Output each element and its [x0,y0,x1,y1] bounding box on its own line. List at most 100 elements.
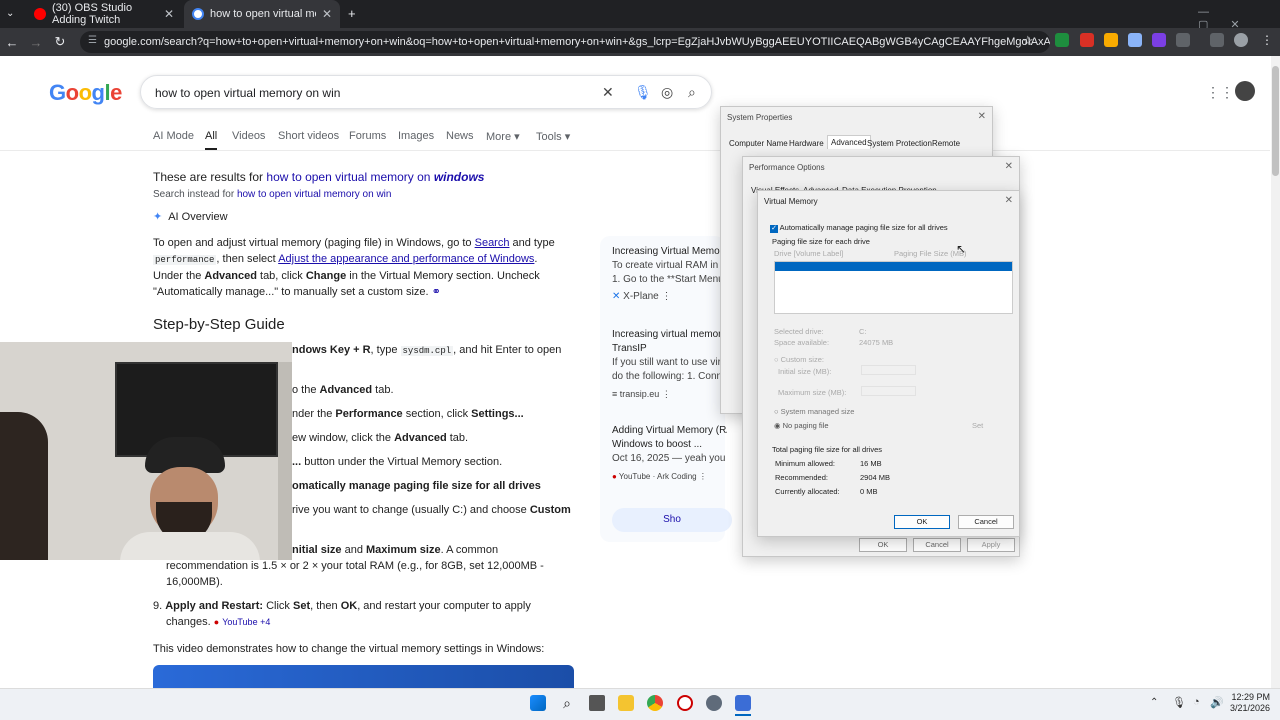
extension-icon[interactable] [1104,33,1118,47]
x-plane-icon: ✕ [612,291,621,302]
selected-drive-value: C: [859,327,867,336]
google-logo[interactable]: Google [49,80,122,106]
profile-avatar-icon[interactable] [1234,33,1248,47]
new-tab-button[interactable]: + [348,6,356,21]
extension-icon[interactable] [1128,33,1142,47]
youtube-icon: ● [612,472,617,481]
tab-forums[interactable]: Forums [349,130,386,142]
windows-start-icon[interactable] [530,695,546,711]
tab-remote[interactable]: Remote [932,139,960,148]
no-paging-file-radio[interactable]: ◉ No paging file [774,421,829,430]
clear-icon[interactable]: ✕ [602,84,614,101]
close-icon[interactable]: ✕ [322,7,332,21]
tab-tools[interactable]: Tools ▾ [536,130,570,143]
avatar[interactable] [1235,81,1255,101]
tab-more[interactable]: More ▾ [486,130,520,143]
extension-icon[interactable] [1152,33,1166,47]
link-icon[interactable]: ⚭ [432,286,441,298]
extensions-puzzle-icon[interactable] [1176,33,1190,47]
taskbar [0,688,1280,720]
browser-tab-bar: ⌄ (30) OBS Studio Adding Twitch ✕ how to… [0,0,1280,31]
volume-icon[interactable]: 🔊 [1210,696,1224,709]
tab-search-icon[interactable]: ⌄ [6,8,14,19]
apps-grid-icon[interactable]: ⋮⋮ [1206,84,1234,101]
clock[interactable]: 12:29 PM 3/21/2026 [1228,692,1270,714]
ai-overview-header: ✦ AI Overview [153,210,228,224]
tab-news[interactable]: News [446,130,474,142]
tab-images[interactable]: Images [398,130,434,142]
tab-obs-studio[interactable]: (30) OBS Studio Adding Twitch ✕ [26,0,182,28]
tab-videos[interactable]: Videos [232,130,265,142]
show-all-button[interactable]: Sho [612,508,732,532]
bookmark-star-icon[interactable]: ☆ [1022,33,1034,49]
original-query-link[interactable]: how to open virtual memory on win [237,189,392,200]
selected-drive-row[interactable] [775,262,1012,271]
tab-google-search[interactable]: how to open virtual memory on ✕ [184,0,340,28]
forward-icon[interactable]: → [24,35,48,50]
set-button[interactable]: Set [972,421,983,430]
step-3: nder the Performance section, click Sett… [292,408,524,420]
checkmark-icon: ✓ [770,225,778,233]
tab-short-videos[interactable]: Short videos [278,130,339,142]
close-icon[interactable]: ✕ [1005,161,1013,172]
file-explorer-icon[interactable] [618,695,634,711]
initial-size-input[interactable] [861,365,916,375]
maximum-size-input[interactable] [861,386,916,396]
search-icon[interactable]: ⌕ [559,695,575,711]
chrome-icon[interactable] [647,695,663,711]
system-properties-icon[interactable] [735,695,751,711]
mouse-cursor-icon: ↖ [956,242,967,256]
tab-title: how to open virtual memory on [210,8,316,20]
close-icon[interactable]: ✕ [978,111,986,122]
ok-button[interactable]: OK [894,515,950,529]
tab-advanced[interactable]: Advanced [827,135,871,149]
dialog-title: Performance Options [749,163,825,172]
tab-hardware[interactable]: Hardware [789,139,824,148]
reload-icon[interactable]: ↻ [48,34,72,50]
task-view-icon[interactable] [589,695,605,711]
scroll-thumb[interactable] [1272,66,1279,176]
tab-search-icon[interactable] [1210,33,1224,47]
search-link[interactable]: Search [475,237,510,249]
microphone-icon[interactable]: 🎙 [1172,696,1186,709]
app-icon[interactable] [677,695,693,711]
source-card[interactable]: Adding Virtual Memory (RAM) o Windows to… [612,424,727,484]
search-icon[interactable]: ⌕ [688,84,696,101]
drive-list[interactable] [774,261,1013,314]
tab-all[interactable]: All [205,130,218,150]
lens-icon[interactable]: ◎ [661,84,673,101]
source-chip[interactable]: YouTube +4 [222,617,270,627]
close-icon[interactable]: ✕ [164,7,174,21]
page-scrollbar[interactable] [1271,56,1280,688]
transip-icon: ≡ [612,389,618,399]
close-icon[interactable]: ✕ [1005,195,1013,206]
sparkle-icon: ✦ [153,211,163,223]
system-managed-radio[interactable]: ○ System managed size [774,407,854,416]
total-group-label: Total paging file size for all drives [772,445,883,454]
extension-shield-icon[interactable] [1055,33,1069,47]
back-icon[interactable]: ← [0,35,24,50]
site-info-icon[interactable]: ☰ [88,35,97,46]
menu-icon[interactable]: ⋮ [1261,33,1273,47]
url-field[interactable]: google.com/search?q=how+to+open+virtual+… [80,31,1050,53]
video-thumbnail[interactable] [153,665,574,688]
cancel-button[interactable]: Cancel [913,538,961,552]
search-input[interactable]: how to open virtual memory on win [140,75,712,109]
adjust-appearance-link[interactable]: Adjust the appearance and performance of… [278,253,534,265]
source-card[interactable]: Increasing Virtual Memory To create virt… [612,245,727,304]
source-card[interactable]: Increasing virtual memory TransIP If you… [612,328,727,401]
microphone-icon[interactable]: 🎙 [634,84,652,101]
auto-manage-checkbox[interactable]: ✓ Automatically manage paging file size … [770,223,948,233]
wifi-icon[interactable]: ◔ [1193,696,1200,708]
apply-button[interactable]: Apply [967,538,1015,552]
settings-gear-icon[interactable] [706,695,722,711]
custom-size-radio[interactable]: ○ Custom size: [774,355,824,364]
extension-icon[interactable] [1080,33,1094,47]
tab-computer-name[interactable]: Computer Name [729,139,788,148]
cancel-button[interactable]: Cancel [958,515,1014,529]
ok-button[interactable]: OK [859,538,907,552]
corrected-query-link[interactable]: how to open virtual memory on windows [266,170,484,184]
tab-system-protection[interactable]: System Protection [867,139,932,148]
tray-overflow-icon[interactable]: ⌃ [1150,697,1158,708]
tab-ai-mode[interactable]: AI Mode [153,130,194,142]
